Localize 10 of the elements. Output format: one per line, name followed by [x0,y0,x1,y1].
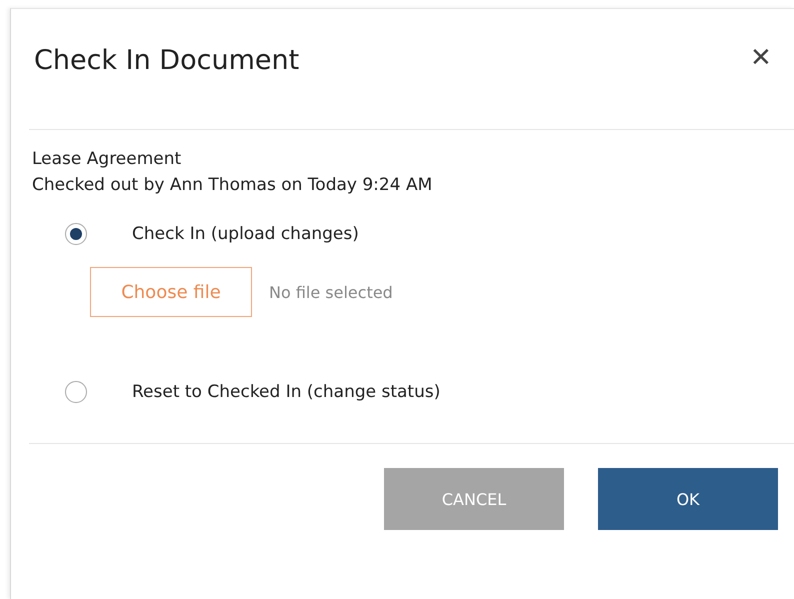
radio-button[interactable] [65,381,87,403]
option-label: Reset to Checked In (change status) [132,382,440,402]
file-status: No file selected [269,282,393,302]
checkout-status: Checked out by Ann Thomas on Today 9:24 AM [32,175,434,195]
radio-button[interactable] [65,223,87,245]
option-label: Check In (upload changes) [132,224,359,244]
document-name: Lease Agreement [32,149,182,169]
ok-button[interactable]: OK [598,468,778,530]
dialog-title: Check In Document [33,44,300,76]
close-button[interactable]: ✕ [746,42,776,72]
